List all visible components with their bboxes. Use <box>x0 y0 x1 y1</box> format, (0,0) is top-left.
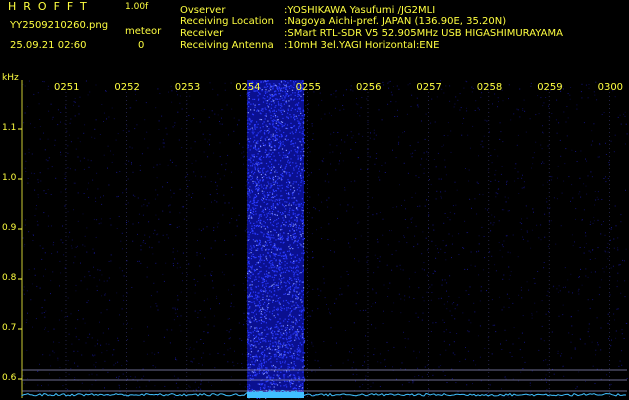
y-tick-label: 1.1 <box>2 123 17 133</box>
x-tick-label: 0251 <box>54 82 80 93</box>
y-tick-label: 0.7 <box>2 323 17 333</box>
burst-baseline <box>247 392 304 398</box>
x-tick-label: 0259 <box>537 82 563 93</box>
y-tick-label: 1.0 <box>2 173 17 183</box>
x-tick-label: 0256 <box>356 82 382 93</box>
y-tick-label: 0.9 <box>2 223 17 233</box>
x-tick-label: 0253 <box>174 82 201 93</box>
x-tick-label: 0254 <box>235 82 261 93</box>
x-tick-label: 0258 <box>476 82 503 93</box>
x-tick-label: 0257 <box>416 82 442 93</box>
y-tick-label: 0.6 <box>2 373 17 383</box>
y-unit-label: kHz <box>2 73 19 83</box>
spectrogram <box>18 80 628 399</box>
x-tick-label: 0300 <box>597 82 624 93</box>
x-tick-label: 0252 <box>114 82 140 93</box>
x-tick-label: 0255 <box>295 82 322 93</box>
y-tick-label: 0.8 <box>2 273 17 283</box>
